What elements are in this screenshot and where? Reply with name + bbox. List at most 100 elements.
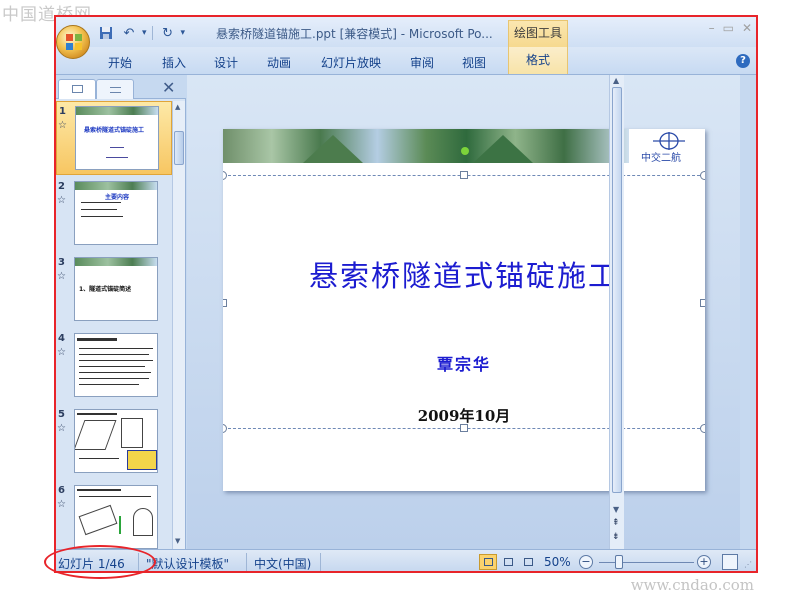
slide-sorter-icon xyxy=(504,558,513,566)
slideshow-icon xyxy=(524,558,533,566)
slideshow-button[interactable] xyxy=(519,554,537,570)
thumb-preview: 1、隧道式锚碇简述 xyxy=(74,257,158,321)
slides-pane-scrollbar[interactable]: ▲ ▼ xyxy=(172,101,185,549)
design-template-label[interactable]: "默认设计模板" xyxy=(146,555,229,571)
undo-icon[interactable]: ↶ xyxy=(119,24,139,42)
tab-format[interactable]: 格式 xyxy=(508,47,568,74)
tab-animations[interactable]: 动画 xyxy=(267,54,291,71)
slide-thumb-5[interactable]: 5 ☆ xyxy=(56,405,172,479)
tab-insert[interactable]: 插入 xyxy=(162,54,186,71)
resize-handle[interactable] xyxy=(223,299,227,307)
banner-mountain xyxy=(303,135,363,163)
zoom-in-icon[interactable]: + xyxy=(697,555,711,569)
selected-placeholder[interactable] xyxy=(223,171,705,433)
pane-tabs: ✕ xyxy=(56,75,186,99)
thumb-banner xyxy=(76,107,158,115)
title-bar: ↶ ▾ ↻ ▾ 悬索桥隧道锚施工.ppt [兼容模式] - Microsoft … xyxy=(56,17,756,47)
resize-handle[interactable] xyxy=(223,171,227,180)
normal-view-icon xyxy=(484,558,493,566)
quick-access-toolbar: ↶ ▾ ↻ ▾ xyxy=(96,23,185,43)
maximize-icon[interactable]: ▭ xyxy=(723,21,734,35)
tab-design[interactable]: 设计 xyxy=(214,54,238,71)
slides-pane: ✕ 1 ☆ 悬索桥隧道式锚碇施工 2 ☆ 主要内容 3 ☆ 1、隧道式锚碇简述 … xyxy=(56,75,186,549)
drawing-tools-context-header: 绘图工具 xyxy=(508,20,568,47)
animation-star-icon: ☆ xyxy=(57,195,66,206)
save-icon[interactable] xyxy=(96,24,116,42)
thumb-diagram xyxy=(133,508,153,536)
scroll-down-icon[interactable]: ▼ xyxy=(175,537,180,545)
close-pane-icon[interactable]: ✕ xyxy=(162,78,175,97)
resize-handle[interactable] xyxy=(700,171,705,180)
language-label[interactable]: 中文(中国) xyxy=(254,555,311,571)
qat-separator xyxy=(151,26,153,40)
tab-slides-view[interactable] xyxy=(58,79,96,99)
close-icon[interactable]: ✕ xyxy=(742,21,752,35)
status-bar: 幻灯片 1/46 "默认设计模板" 中文(中国) 50% − + ⋰ xyxy=(56,549,756,571)
thumb-text-line xyxy=(79,366,145,367)
scroll-down-icon[interactable]: ▼ xyxy=(613,505,619,514)
thumb-text-line xyxy=(77,338,117,341)
fit-to-window-icon[interactable] xyxy=(722,554,738,570)
slides-view-icon xyxy=(72,85,83,93)
tab-slideshow[interactable]: 幻灯片放映 xyxy=(321,54,381,71)
thumb-title: 主要内容 xyxy=(105,194,130,201)
slide-thumb-6[interactable]: 6 ☆ xyxy=(56,481,172,549)
tab-review[interactable]: 审阅 xyxy=(410,54,434,71)
tab-outline-view[interactable] xyxy=(96,79,134,99)
scroll-thumb[interactable] xyxy=(174,131,184,165)
slide-thumb-3[interactable]: 3 ☆ 1、隧道式锚碇简述 xyxy=(56,253,172,327)
slide-thumb-4[interactable]: 4 ☆ xyxy=(56,329,172,403)
slide-editor: 中交二航 悬索桥隧道式锚碇施工 覃宗华 2009年10月 xyxy=(187,75,740,549)
slide-thumb-2[interactable]: 2 ☆ 主要内容 xyxy=(56,177,172,251)
annotation-circle xyxy=(44,545,156,579)
thumb-text-line xyxy=(79,384,139,385)
redo-icon[interactable]: ↻ xyxy=(158,24,178,42)
current-slide[interactable]: 中交二航 悬索桥隧道式锚碇施工 覃宗华 2009年10月 xyxy=(223,129,705,491)
slide-date[interactable]: 2009年10月 xyxy=(223,405,705,426)
minimize-icon[interactable]: – xyxy=(709,21,715,35)
normal-view-button[interactable] xyxy=(479,554,497,570)
office-button[interactable] xyxy=(56,25,90,59)
resize-handle[interactable] xyxy=(700,299,705,307)
thumb-number: 3 xyxy=(58,257,65,268)
undo-dropdown-icon[interactable]: ▾ xyxy=(142,28,147,38)
slide-thumbnails: 1 ☆ 悬索桥隧道式锚碇施工 2 ☆ 主要内容 3 ☆ 1、隧道式锚碇简述 4 … xyxy=(56,101,172,549)
thumb-text-line xyxy=(79,378,149,379)
help-icon[interactable]: ? xyxy=(736,54,750,68)
thumb-text-line xyxy=(79,372,151,373)
editor-scrollbar[interactable]: ▲ ▼ ⇞ ⇟ xyxy=(609,75,624,549)
ribbon-tabs: 开始 插入 设计 动画 幻灯片放映 审阅 视图 格式 ? xyxy=(56,47,756,75)
slide-sorter-button[interactable] xyxy=(499,554,517,570)
zoom-level[interactable]: 50% xyxy=(544,555,571,569)
scroll-up-icon[interactable]: ▲ xyxy=(175,103,180,111)
banner-dot xyxy=(461,147,469,155)
thumb-number: 6 xyxy=(58,485,65,496)
scroll-thumb[interactable] xyxy=(612,87,622,493)
slide-thumb-1[interactable]: 1 ☆ 悬索桥隧道式锚碇施工 xyxy=(56,101,172,175)
outline-view-icon xyxy=(110,87,121,93)
slide-title[interactable]: 悬索桥隧道式锚碇施工 xyxy=(223,253,705,295)
thumb-banner xyxy=(75,182,157,190)
thumb-diagram xyxy=(78,504,118,536)
slide-author[interactable]: 覃宗华 xyxy=(223,351,705,375)
thumb-text-line xyxy=(79,354,149,355)
thumb-preview xyxy=(74,485,158,549)
thumb-preview: 主要内容 xyxy=(74,181,158,245)
next-slide-icon[interactable]: ⇟ xyxy=(612,533,620,542)
tab-view[interactable]: 视图 xyxy=(462,54,486,71)
powerpoint-window: ↶ ▾ ↻ ▾ 悬索桥隧道锚施工.ppt [兼容模式] - Microsoft … xyxy=(54,15,758,573)
thumb-text-line xyxy=(79,496,151,497)
scroll-up-icon[interactable]: ▲ xyxy=(613,76,619,85)
zoom-slider-thumb[interactable] xyxy=(615,555,623,569)
thumb-text-line xyxy=(81,202,121,203)
customize-qat-icon[interactable]: ▾ xyxy=(181,28,186,38)
zoom-out-icon[interactable]: − xyxy=(579,555,593,569)
tab-home[interactable]: 开始 xyxy=(108,54,132,71)
previous-slide-icon[interactable]: ⇞ xyxy=(612,519,620,528)
animation-star-icon: ☆ xyxy=(57,347,66,358)
thumb-text-line xyxy=(106,157,128,158)
zoom-slider-track[interactable] xyxy=(599,562,694,563)
window-controls: – ▭ ✕ xyxy=(709,21,752,35)
office-logo-icon xyxy=(66,34,82,50)
resize-handle[interactable] xyxy=(460,171,468,179)
